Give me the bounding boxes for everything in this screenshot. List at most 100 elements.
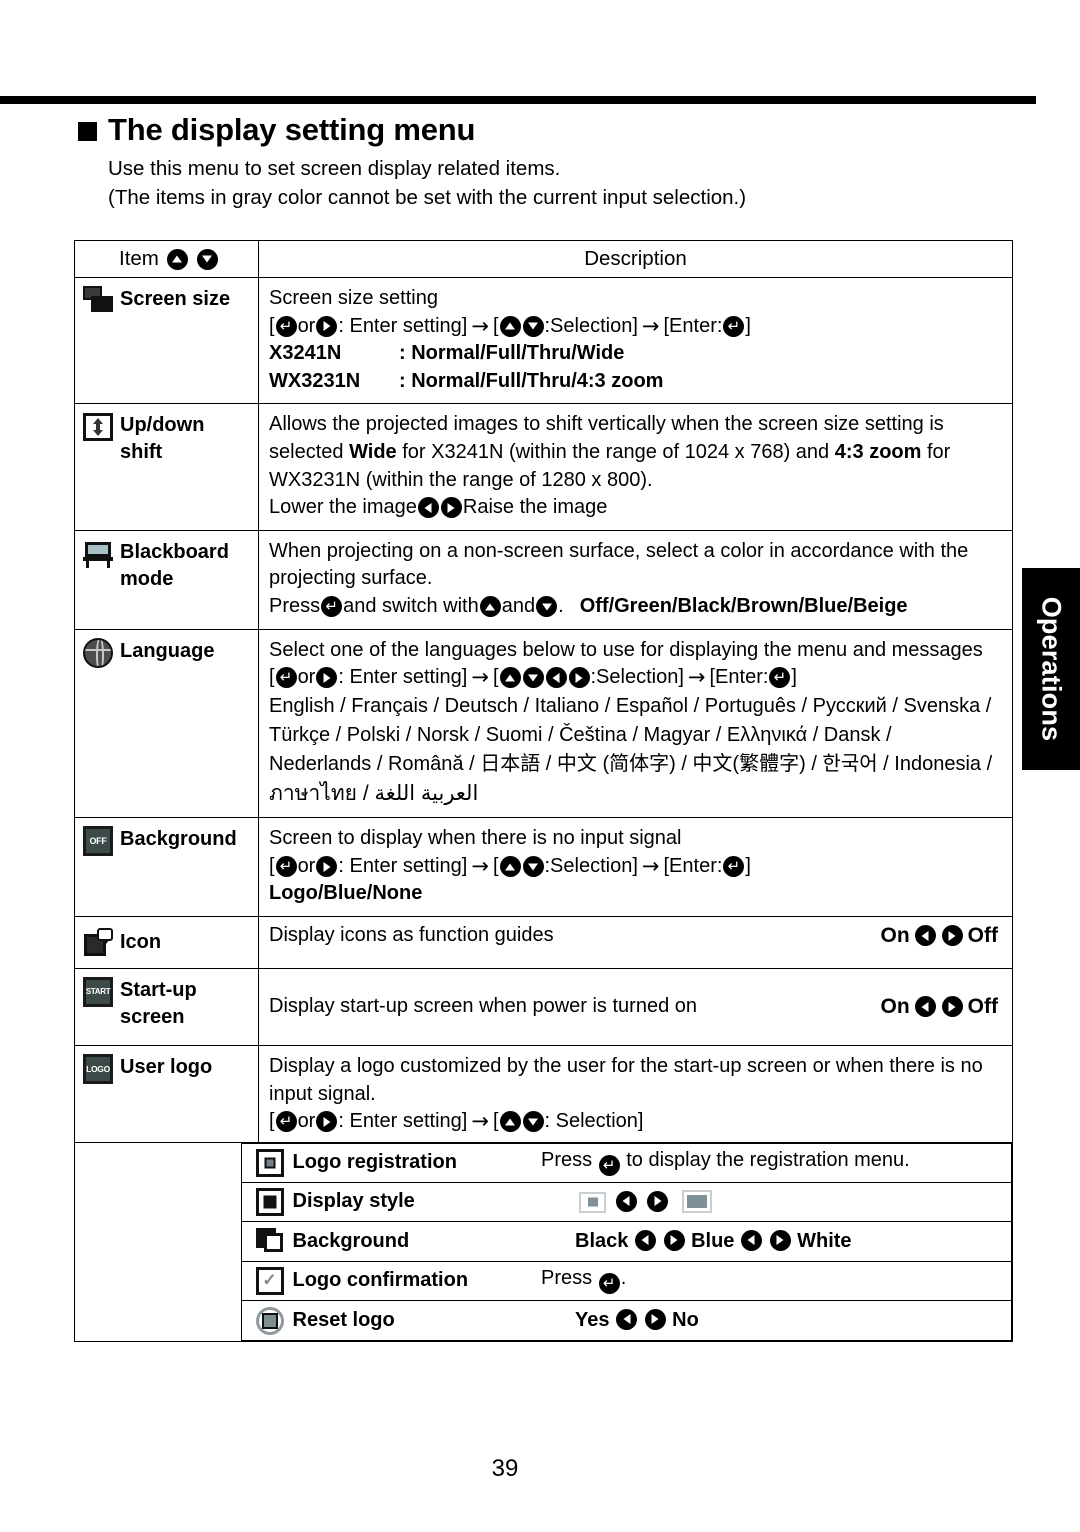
desc-text: .: [620, 1267, 627, 1290]
description-cell-up-down-shift: Allows the projected images to shift ver…: [258, 403, 1013, 531]
enter-key-icon: ↵: [321, 596, 343, 618]
item-label: Language: [120, 639, 215, 662]
on-off-selector[interactable]: On Off: [881, 995, 999, 1019]
item-label: Up/down shift: [120, 411, 204, 466]
option-blue[interactable]: Blue: [691, 1230, 734, 1252]
item-cell-up-down-shift: Up/down shift: [74, 403, 259, 531]
table-row: Screen size Screen size setting [ ↵ or :…: [74, 276, 1013, 405]
description-cell-icon: Display icons as function guides On Off: [258, 915, 1013, 969]
logo-confirmation-icon: ✓: [255, 1266, 284, 1295]
nav-or: or: [297, 666, 316, 689]
desc-line: When projecting on a non-screen surface,…: [269, 539, 969, 562]
right-arrow-key-icon[interactable]: [663, 1229, 685, 1251]
option-yes[interactable]: Yes: [575, 1309, 609, 1331]
table-row: LOGO User logo Display a logo customized…: [74, 1044, 1013, 1143]
language-line: ภาษาไทย / العربية اللغة: [269, 781, 479, 805]
user-logo-icon: LOGO: [83, 1053, 113, 1084]
right-arrow-key-icon: [316, 1111, 338, 1133]
user-logo-sub-rows: Logo registration Press ↵ to display the…: [74, 1142, 1013, 1342]
nav-enter-label: [Enter:: [663, 314, 723, 337]
option-off[interactable]: Off: [968, 924, 998, 948]
option-values: Logo/Blue/None: [269, 882, 423, 905]
up-arrow-key-icon: [479, 596, 501, 618]
header-description-label: Description: [584, 247, 687, 270]
display-setting-menu-table: Item Description Screen size Screen size…: [74, 240, 1013, 1342]
page-title: The display setting menu: [108, 112, 476, 147]
desc-line: Lower the image Raise the image: [269, 494, 1003, 522]
description-cell-screen-size: Screen size setting [ ↵ or : Enter setti…: [258, 276, 1013, 405]
left-arrow-key-icon[interactable]: [615, 1190, 637, 1212]
item-label: Icon: [120, 931, 162, 954]
sub-desc-cell: Press ↵.: [533, 1260, 1012, 1301]
table-row: Up/down shift Allows the projected image…: [74, 403, 1013, 531]
section-side-tab: Operations: [1022, 568, 1080, 770]
desc-text: Press: [541, 1267, 598, 1290]
language-line: English / Français / Deutsch / Italiano …: [269, 694, 992, 717]
item-label-line-2: mode: [120, 567, 174, 590]
item-cell-blackboard-mode: Blackboard mode: [74, 529, 259, 630]
right-arrow-key-icon[interactable]: [941, 996, 963, 1018]
option-on[interactable]: On: [881, 924, 910, 948]
sub-row-gutter: [75, 1143, 241, 1182]
bullet-square-icon: [78, 121, 97, 141]
option-black[interactable]: Black: [575, 1230, 628, 1252]
right-arrow-key-icon[interactable]: [644, 1308, 666, 1330]
right-arrow-key-icon[interactable]: [647, 1190, 669, 1212]
enter-key-icon: ↵: [598, 1273, 620, 1295]
desc-line: projecting surface.: [269, 567, 433, 590]
nav-selection: :Selection]: [544, 854, 638, 877]
option-on[interactable]: On: [881, 995, 910, 1019]
blackboard-icon: [83, 539, 113, 569]
down-arrow-key-icon: [536, 596, 558, 618]
left-arrow-key-icon[interactable]: [914, 996, 936, 1018]
description-cell-language: Select one of the languages below to use…: [258, 628, 1013, 819]
description-cell-blackboard-mode: When projecting on a non-screen surface,…: [258, 529, 1013, 630]
option-off[interactable]: Off: [968, 995, 998, 1019]
nav-selection: :Selection]: [590, 666, 684, 689]
desc-line: input signal.: [269, 1082, 376, 1105]
enter-key-icon: ↵: [769, 667, 791, 689]
language-list: English / Français / Deutsch / Italiano …: [269, 692, 1003, 809]
desc-line: Select one of the languages below to use…: [269, 638, 983, 661]
nav-close-bracket: ]: [745, 314, 751, 337]
left-arrow-key-icon[interactable]: [616, 1308, 638, 1330]
sub-item-label: Reset logo: [292, 1308, 395, 1331]
model-values: : Normal/Full/Thru/Wide: [399, 342, 625, 365]
full-logo-thumbnail-icon[interactable]: [681, 1189, 712, 1213]
nav-or: or: [297, 314, 316, 337]
model-line-1: X3241N: Normal/Full/Thru/Wide: [269, 340, 1003, 368]
nav-open-bracket: [: [269, 854, 275, 877]
sub-desc-cell: Yes No: [533, 1299, 1012, 1341]
table-header-row: Item Description: [74, 240, 1013, 278]
item-label: User logo: [120, 1055, 213, 1078]
display-style-icon: [255, 1187, 284, 1216]
left-arrow-key-icon[interactable]: [740, 1229, 762, 1251]
up-arrow-key-icon: [499, 667, 521, 689]
option-no[interactable]: No: [672, 1309, 699, 1331]
sub-item-label: Background: [292, 1229, 410, 1252]
desc-line: Display icons as function guides: [269, 924, 554, 947]
option-white[interactable]: White: [797, 1230, 851, 1252]
left-arrow-key-icon[interactable]: [634, 1229, 656, 1251]
item-label: Background: [120, 828, 237, 851]
right-arrow-key-icon[interactable]: [941, 925, 963, 947]
left-arrow-key-icon[interactable]: [914, 925, 936, 947]
flow-arrow-icon: →: [687, 665, 706, 690]
sub-row-logo-confirmation: ✓ Logo confirmation Press ↵.: [75, 1260, 1012, 1301]
sub-row-gutter: [75, 1261, 241, 1300]
right-arrow-key-icon[interactable]: [769, 1229, 791, 1251]
table-row: Language Select one of the languages bel…: [74, 628, 1013, 819]
table-row: Icon Display icons as function guides On…: [74, 915, 1013, 969]
nav-instruction-line: [ ↵ or : Enter setting] → [ :Selection] …: [269, 664, 1003, 692]
reset-logo-icon: [255, 1306, 284, 1335]
nav-close-bracket: ]: [745, 854, 751, 877]
desc-text: for X3241N (within the range of 1024 x 7…: [396, 440, 835, 463]
small-logo-thumbnail-icon[interactable]: [579, 1191, 606, 1213]
up-arrow-key-icon: [166, 248, 188, 270]
desc-line: Screen to display when there is no input…: [269, 827, 682, 850]
on-off-selector[interactable]: On Off: [881, 924, 999, 948]
enter-key-icon: ↵: [723, 315, 745, 337]
nav-instruction-line: [ ↵ or : Enter setting] → [ :Selection] …: [269, 313, 1003, 341]
start-up-screen-icon: START: [83, 976, 113, 1007]
nav-open-bracket: [: [269, 1110, 275, 1133]
